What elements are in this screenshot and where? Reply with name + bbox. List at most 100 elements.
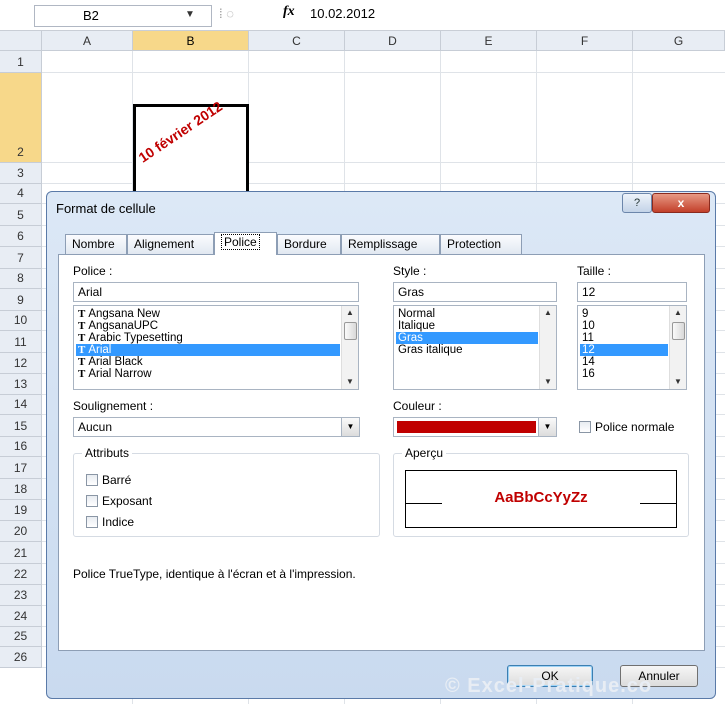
- name-box[interactable]: B2 ▼: [34, 5, 212, 27]
- tab-nombre[interactable]: Nombre: [65, 234, 127, 254]
- style-input[interactable]: Gras: [393, 282, 557, 302]
- scroll-down-icon[interactable]: ▼: [670, 375, 686, 389]
- row-header-20[interactable]: 20: [0, 521, 42, 542]
- row-header-10[interactable]: 10: [0, 311, 42, 331]
- size-list-scrollbar[interactable]: ▲ ▼: [669, 306, 686, 389]
- style-list-item-label: Gras: [398, 332, 423, 344]
- row-header-15[interactable]: 15: [0, 415, 42, 437]
- column-header-g[interactable]: G: [633, 31, 725, 51]
- underline-value: Aucun: [78, 420, 113, 434]
- row-header-17[interactable]: 17: [0, 457, 42, 479]
- tab-protection[interactable]: Protection: [440, 234, 522, 254]
- font-list-scrollbar[interactable]: ▲ ▼: [341, 306, 358, 389]
- column-header-e[interactable]: E: [441, 31, 537, 51]
- column-header-a[interactable]: A: [42, 31, 133, 51]
- chevron-down-icon[interactable]: ▼: [538, 418, 556, 436]
- color-select[interactable]: ▼: [393, 417, 557, 437]
- row-header-11[interactable]: 11: [0, 331, 42, 353]
- tab-police[interactable]: Police: [214, 232, 277, 255]
- row-header-12[interactable]: 12: [0, 353, 42, 374]
- row-header-22[interactable]: 22: [0, 564, 42, 585]
- row-header-13[interactable]: 13: [0, 374, 42, 395]
- row-header-9[interactable]: 9: [0, 289, 42, 311]
- chevron-down-icon[interactable]: ▼: [185, 9, 195, 20]
- color-label: Couleur :: [393, 399, 442, 413]
- size-list-item[interactable]: 12: [580, 344, 668, 356]
- select-all-corner[interactable]: [0, 31, 42, 51]
- style-list[interactable]: ▲ ▼ Normal Italique Gras Gras italique: [393, 305, 557, 390]
- font-list-item[interactable]: T Angsana New: [76, 308, 340, 320]
- size-list-item-label: 10: [582, 320, 595, 332]
- row-header-1[interactable]: 1: [0, 51, 42, 73]
- chevron-down-icon[interactable]: ▼: [341, 418, 359, 436]
- style-list-scrollbar[interactable]: ▲ ▼: [539, 306, 556, 389]
- row-header-5[interactable]: 5: [0, 204, 42, 226]
- row-header-4[interactable]: 4: [0, 184, 42, 204]
- scroll-thumb[interactable]: [672, 322, 685, 340]
- tab-remplissage[interactable]: Remplissage: [341, 234, 440, 254]
- column-header-f[interactable]: F: [537, 31, 633, 51]
- font-list-item[interactable]: T Arial Black: [76, 356, 340, 368]
- style-list-item[interactable]: Italique: [396, 320, 538, 332]
- font-input[interactable]: Arial: [73, 282, 359, 302]
- style-list-item[interactable]: Gras: [396, 332, 538, 344]
- scroll-up-icon[interactable]: ▲: [342, 306, 358, 320]
- formula-input[interactable]: 10.02.2012: [310, 6, 375, 21]
- strikethrough-checkbox[interactable]: [86, 474, 98, 486]
- row-header-18[interactable]: 18: [0, 479, 42, 500]
- row-header-23[interactable]: 23: [0, 585, 42, 606]
- truetype-icon: T: [78, 320, 86, 332]
- normal-font-checkbox[interactable]: [579, 421, 591, 433]
- scroll-thumb[interactable]: [344, 322, 357, 340]
- truetype-icon: T: [78, 344, 86, 356]
- row-header-3[interactable]: 3: [0, 163, 42, 184]
- row-header-6[interactable]: 6: [0, 226, 42, 247]
- help-button[interactable]: ?: [622, 193, 652, 213]
- attributes-label: Attributs: [82, 446, 133, 460]
- preview-label: Aperçu: [402, 446, 447, 460]
- tab-bordure[interactable]: Bordure: [277, 234, 341, 254]
- font-list-item[interactable]: T AngsanaUPC: [76, 320, 340, 332]
- scroll-up-icon[interactable]: ▲: [670, 306, 686, 320]
- watermark: © Excel-Pratique.co: [445, 675, 653, 697]
- scroll-up-icon[interactable]: ▲: [540, 306, 556, 320]
- row-header-8[interactable]: 8: [0, 269, 42, 289]
- size-list-item[interactable]: 11: [580, 332, 668, 344]
- fx-icon[interactable]: fx: [283, 4, 295, 20]
- style-list-item[interactable]: Normal: [396, 308, 538, 320]
- size-list-item[interactable]: 9: [580, 308, 668, 320]
- row-header-24[interactable]: 24: [0, 606, 42, 627]
- style-list-item[interactable]: Gras italique: [396, 344, 538, 356]
- row-header-7[interactable]: 7: [0, 247, 42, 269]
- column-header-d[interactable]: D: [345, 31, 441, 51]
- close-button[interactable]: x: [652, 193, 710, 213]
- tab-alignement[interactable]: Alignement: [127, 234, 214, 254]
- scroll-down-icon[interactable]: ▼: [342, 375, 358, 389]
- underline-select[interactable]: Aucun ▼: [73, 417, 360, 437]
- font-list[interactable]: ▲ ▼ T Angsana New T AngsanaUPC T Arabic Types…: [73, 305, 359, 390]
- column-header-b[interactable]: B: [133, 31, 249, 51]
- scroll-down-icon[interactable]: ▼: [540, 375, 556, 389]
- size-list-item[interactable]: 10: [580, 320, 668, 332]
- font-list-item[interactable]: T Arabic Typesetting: [76, 332, 340, 344]
- row-header-16[interactable]: 16: [0, 437, 42, 457]
- row-header-21[interactable]: 21: [0, 542, 42, 564]
- size-input[interactable]: 12: [577, 282, 687, 302]
- subscript-checkbox[interactable]: [86, 516, 98, 528]
- attributes-group: Attributs Barré Exposant Indice: [73, 446, 380, 537]
- font-list-item[interactable]: T Arial Narrow: [76, 368, 340, 380]
- column-header-c[interactable]: C: [249, 31, 345, 51]
- font-list-item[interactable]: T Arial: [76, 344, 340, 356]
- row-header-14[interactable]: 14: [0, 395, 42, 415]
- font-list-item-label: Arial Narrow: [88, 368, 152, 380]
- row-header-19[interactable]: 19: [0, 500, 42, 521]
- font-list-item-label: Angsana New: [88, 308, 160, 320]
- size-list-item[interactable]: 16: [580, 368, 668, 380]
- row-header-26[interactable]: 26: [0, 647, 42, 668]
- row-header-25[interactable]: 25: [0, 627, 42, 647]
- size-list-item[interactable]: 14: [580, 356, 668, 368]
- superscript-checkbox[interactable]: [86, 495, 98, 507]
- font-list-item-label: AngsanaUPC: [88, 320, 159, 332]
- row-header-2[interactable]: 2: [0, 73, 42, 163]
- size-list[interactable]: ▲ ▼ 9 10 11 12 14 16: [577, 305, 687, 390]
